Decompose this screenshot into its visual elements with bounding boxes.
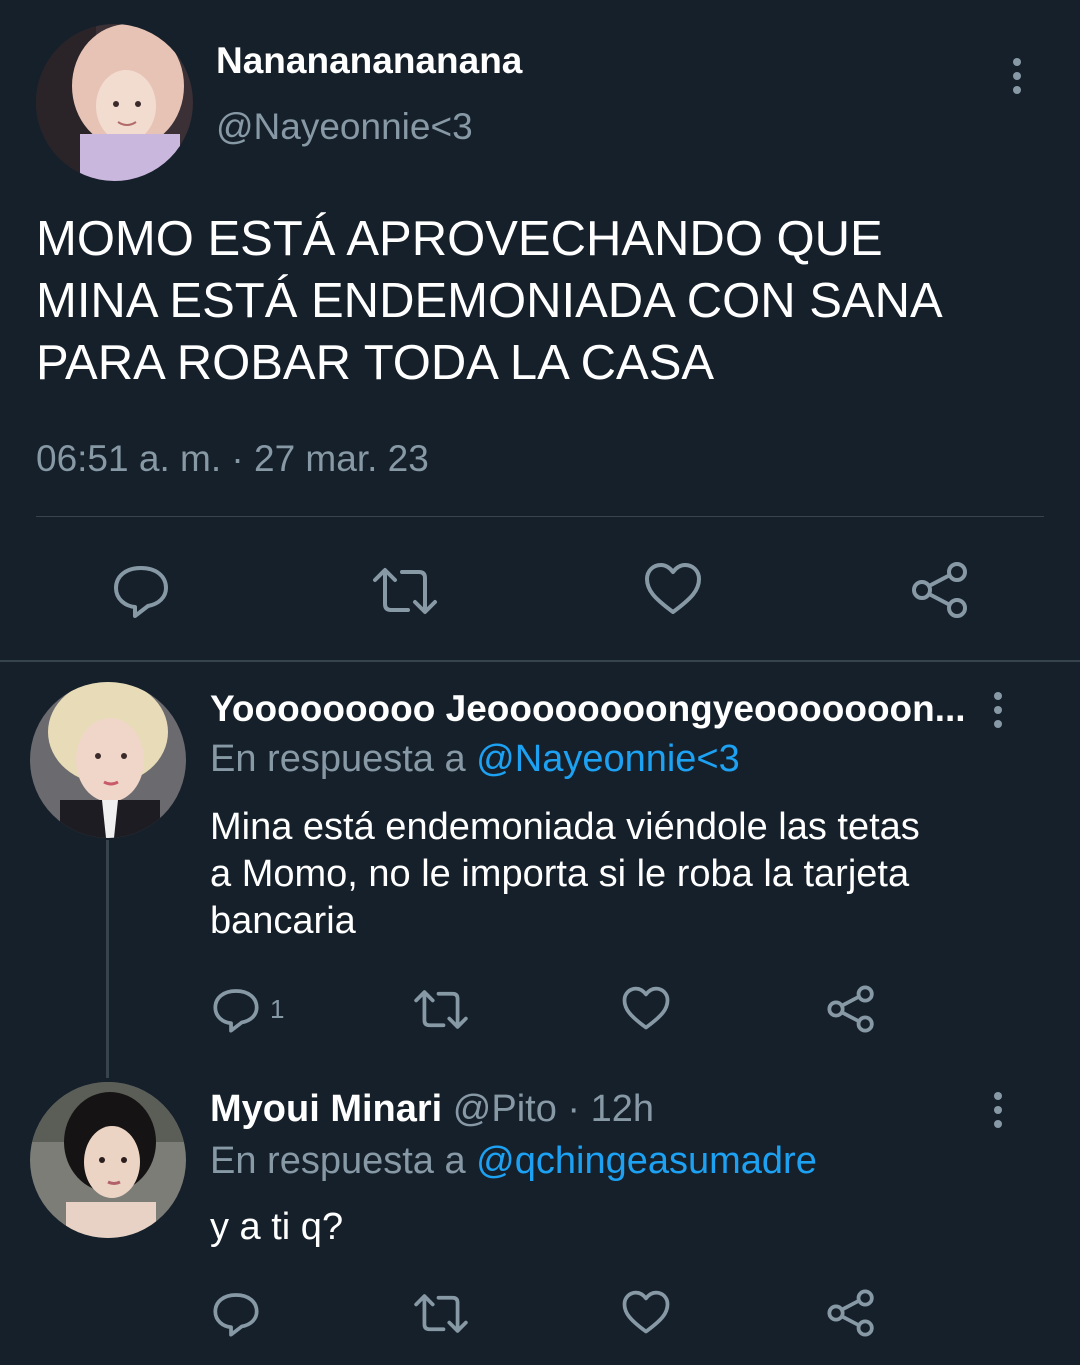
share-icon[interactable]: [910, 560, 970, 620]
reply-prefix: En respuesta a: [210, 1140, 466, 1182]
reply2-header: Myoui Minari @Pito · 12h: [210, 1088, 654, 1131]
main-tweet-text: MOMO ESTÁ APROVECHANDO QUE MINA ESTÁ END…: [36, 208, 943, 394]
main-tweet-handle[interactable]: @Nayeonnie<3: [216, 106, 473, 148]
retweet-icon[interactable]: [412, 1291, 470, 1336]
divider: [36, 516, 1044, 517]
thread-connector: [106, 840, 109, 1078]
reply2-text: y a ti q?: [210, 1206, 343, 1249]
main-tweet-avatar[interactable]: [36, 24, 193, 181]
reply-icon[interactable]: [212, 986, 260, 1034]
reply-to-link[interactable]: @Nayeonnie<3: [476, 738, 740, 780]
main-tweet-timestamp[interactable]: 06:51 a. m. · 27 mar. 23: [36, 438, 429, 480]
section-divider: [0, 660, 1080, 662]
reply2-display-name[interactable]: Myoui Minari: [210, 1088, 442, 1130]
reply1-display-name[interactable]: Yooooooooo Jeoooooooongyeooooooon...: [210, 688, 966, 730]
reply2-avatar[interactable]: [30, 1082, 186, 1238]
like-icon[interactable]: [622, 1290, 670, 1335]
retweet-icon[interactable]: [412, 987, 470, 1032]
reply2-time: · 12h: [567, 1088, 655, 1130]
like-icon[interactable]: [644, 562, 702, 616]
reply2-handle[interactable]: @Pito: [453, 1088, 557, 1130]
reply-icon[interactable]: [212, 1290, 260, 1338]
reply1-text-line: a Momo, no le importa si le roba la tarj…: [210, 853, 910, 895]
reply2-text-line: y a ti q?: [210, 1206, 344, 1248]
more-options-icon[interactable]: [993, 1092, 1003, 1128]
main-tweet-text-line: MOMO ESTÁ APROVECHANDO QUE: [36, 212, 883, 266]
share-icon[interactable]: [826, 1288, 876, 1338]
reply1-reply-context: En respuesta a @Nayeonnie<3: [210, 738, 740, 781]
more-options-icon[interactable]: [993, 692, 1003, 728]
reply1-avatar[interactable]: [30, 682, 186, 838]
reply1-text-line: bancaria: [210, 900, 356, 942]
reply1-text: Mina está endemoniada viéndole las tetas…: [210, 804, 920, 945]
like-icon[interactable]: [622, 986, 670, 1031]
retweet-icon[interactable]: [370, 564, 440, 618]
reply-to-link[interactable]: @qchingeasumadre: [476, 1140, 817, 1182]
reply-count: 1: [270, 994, 285, 1024]
main-tweet-text-line: MINA ESTÁ ENDEMONIADA CON SANA: [36, 274, 943, 328]
more-options-icon[interactable]: [1012, 58, 1022, 94]
share-icon[interactable]: [826, 984, 876, 1034]
reply-icon[interactable]: [112, 562, 170, 620]
reply2-reply-context: En respuesta a @qchingeasumadre: [210, 1140, 817, 1183]
main-tweet-display-name[interactable]: Nanananananana: [216, 40, 522, 82]
reply1-text-line: Mina está endemoniada viéndole las tetas: [210, 806, 920, 848]
main-tweet-text-line: PARA ROBAR TODA LA CASA: [36, 336, 715, 390]
reply-prefix: En respuesta a: [210, 738, 466, 780]
